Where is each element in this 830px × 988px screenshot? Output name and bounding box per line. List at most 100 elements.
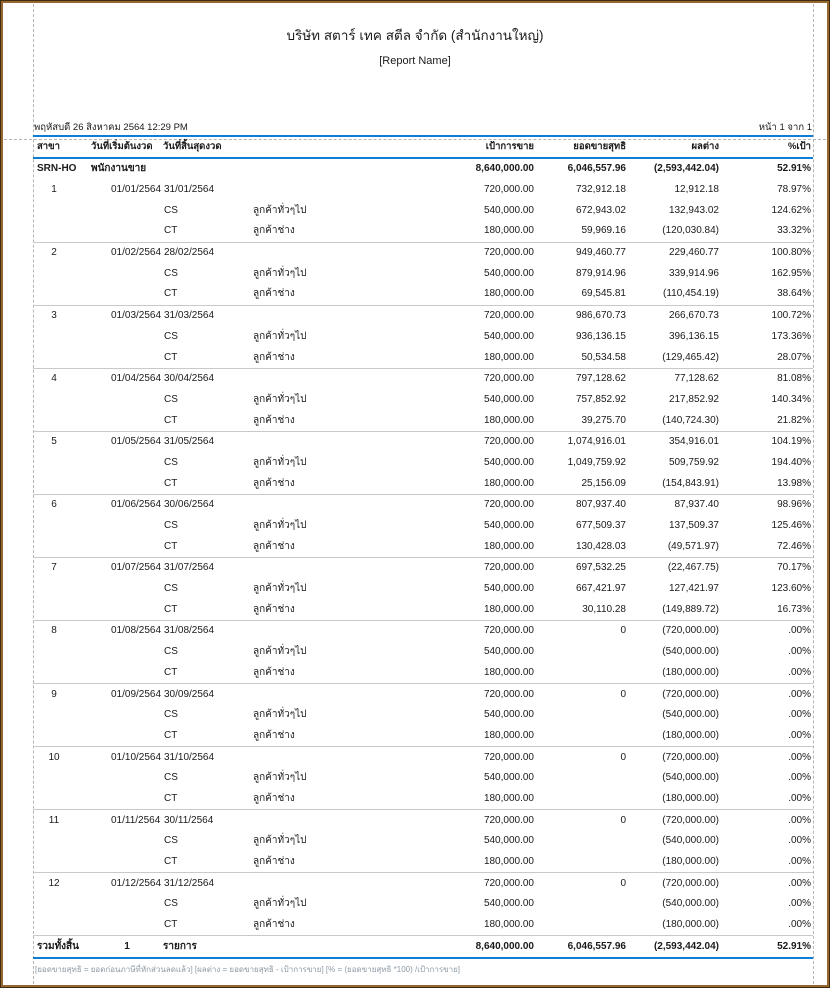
period-group-name-cell <box>241 242 396 263</box>
period-month-row: 11 01/11/2564 30/11/2564 720,000.00 0 (7… <box>33 810 813 831</box>
period-month-row: 9 01/09/2564 30/09/2564 720,000.00 0 (72… <box>33 684 813 705</box>
customer-group-net-sales-cell: 672,943.02 <box>536 200 628 221</box>
customer-group-net-sales-cell <box>536 915 628 936</box>
customer-group-pct-cell: 123.60% <box>721 579 813 600</box>
period-end-date-cell: 31/01/2564 <box>163 180 241 201</box>
period-month-row: 8 01/08/2564 31/08/2564 720,000.00 0 (72… <box>33 621 813 642</box>
period-difference-cell: 87,937.40 <box>628 495 721 516</box>
period-end-date-cell: 31/12/2564 <box>163 873 241 894</box>
customer-group-pct-cell: .00% <box>721 894 813 915</box>
customer-group-difference-cell: 132,943.02 <box>628 200 721 221</box>
customer-group-pct-cell: .00% <box>721 663 813 684</box>
customer-group-net-sales-cell: 1,049,759.92 <box>536 453 628 474</box>
customer-group-difference-cell: (540,000.00) <box>628 831 721 852</box>
branch-code-cell: SRN-HO <box>33 158 91 180</box>
customer-group-code-cell: CS <box>163 768 241 789</box>
period-start-date-cell: 01/03/2564 <box>91 305 163 326</box>
customer-group-pct-cell: 16.73% <box>721 599 813 620</box>
period-no: 2 <box>41 248 67 258</box>
period-pct-cell: .00% <box>721 747 813 768</box>
customer-group-code-cell: CS <box>163 453 241 474</box>
report-page: บริษัท สตาร์ เทค สตีล จำกัด (สำนักงานใหญ… <box>0 0 830 988</box>
customer-group-target-cell: 180,000.00 <box>396 221 536 242</box>
customer-group-name-cell: ลูกค้าทั่วๆไป <box>241 390 396 411</box>
period-group: 8 01/08/2564 31/08/2564 720,000.00 0 (72… <box>33 621 813 684</box>
customer-group-pct-cell: .00% <box>721 705 813 726</box>
customer-group-net-sales-cell: 30,110.28 <box>536 599 628 620</box>
customer-group-pct-cell: 140.34% <box>721 390 813 411</box>
customer-group-row-ct: CT ลูกค้าช่าง 180,000.00 50,534.58 (129,… <box>33 347 813 368</box>
grand-total-difference-cell: (2,593,442.04) <box>628 936 721 958</box>
period-end-date-cell: 31/05/2564 <box>163 431 241 452</box>
customer-group-difference-cell: 396,136.15 <box>628 327 721 348</box>
customer-group-difference-cell: 127,421.97 <box>628 579 721 600</box>
period-no-cell: 11 <box>33 810 91 831</box>
branch-summary-row: SRN-HO พนักงานขาย 8,640,000.00 6,046,557… <box>33 158 813 180</box>
customer-group-pct-cell: 33.32% <box>721 221 813 242</box>
customer-group-pct-cell: 21.82% <box>721 410 813 431</box>
period-month-row: 12 01/12/2564 31/12/2564 720,000.00 0 (7… <box>33 873 813 894</box>
customer-group-net-sales-cell <box>536 894 628 915</box>
customer-group-difference-cell: (180,000.00) <box>628 789 721 810</box>
period-pct-cell: 81.08% <box>721 368 813 389</box>
customer-group-target-cell: 180,000.00 <box>396 473 536 494</box>
period-net-sales-cell: 1,074,916.01 <box>536 431 628 452</box>
customer-group-pct-cell: .00% <box>721 768 813 789</box>
period-group-name-cell <box>241 180 396 201</box>
period-target-cell: 720,000.00 <box>396 368 536 389</box>
customer-group-code-cell: CS <box>163 327 241 348</box>
customer-group-difference-cell: 339,914.96 <box>628 263 721 284</box>
customer-group-net-sales-cell: 879,914.96 <box>536 263 628 284</box>
period-start-date-cell: 01/12/2564 <box>91 873 163 894</box>
customer-group-row-ct: CT ลูกค้าช่าง 180,000.00 (180,000.00) .0… <box>33 726 813 747</box>
customer-group-row-cs: CS ลูกค้าทั่วๆไป 540,000.00 936,136.15 3… <box>33 327 813 348</box>
period-no-cell: 9 <box>33 684 91 705</box>
table-header: สาขา วันที่เริ่มต้นงวด วันที่สิ้นสุดงวด … <box>33 136 813 158</box>
branch-difference-cell: (2,593,442.04) <box>628 158 721 180</box>
period-end-date-cell: 28/02/2564 <box>163 242 241 263</box>
period-target-cell: 720,000.00 <box>396 747 536 768</box>
customer-group-target-cell: 180,000.00 <box>396 284 536 305</box>
customer-group-row-cs: CS ลูกค้าทั่วๆไป 540,000.00 672,943.02 1… <box>33 200 813 221</box>
customer-group-difference-cell: 509,759.92 <box>628 453 721 474</box>
period-month-row: 5 01/05/2564 31/05/2564 720,000.00 1,074… <box>33 431 813 452</box>
dateline: พฤหัสบดี 26 สิงหาคม 2564 12:29 PM หน้า 1… <box>33 119 813 135</box>
period-difference-cell: (22,467.75) <box>628 558 721 579</box>
customer-group-row-cs: CS ลูกค้าทั่วๆไป 540,000.00 (540,000.00)… <box>33 705 813 726</box>
customer-group-name-cell: ลูกค้าทั่วๆไป <box>241 516 396 537</box>
customer-group-row-cs: CS ลูกค้าทั่วๆไป 540,000.00 879,914.96 3… <box>33 263 813 284</box>
period-group-name-cell <box>241 810 396 831</box>
period-group: 4 01/04/2564 30/04/2564 720,000.00 797,1… <box>33 368 813 431</box>
customer-group-target-cell: 180,000.00 <box>396 789 536 810</box>
period-group-name-cell <box>241 747 396 768</box>
period-group: 5 01/05/2564 31/05/2564 720,000.00 1,074… <box>33 431 813 494</box>
customer-group-code-cell: CT <box>163 473 241 494</box>
period-group: 1 01/01/2564 31/01/2564 720,000.00 732,9… <box>33 180 813 243</box>
period-difference-cell: (720,000.00) <box>628 684 721 705</box>
period-target-cell: 720,000.00 <box>396 684 536 705</box>
period-net-sales-cell: 0 <box>536 621 628 642</box>
customer-group-pct-cell: 38.64% <box>721 284 813 305</box>
customer-group-difference-cell: (540,000.00) <box>628 642 721 663</box>
period-no-cell: 2 <box>33 242 91 263</box>
customer-group-code-cell: CT <box>163 726 241 747</box>
period-group: 3 01/03/2564 31/03/2564 720,000.00 986,6… <box>33 305 813 368</box>
customer-group-name-cell: ลูกค้าทั่วๆไป <box>241 705 396 726</box>
customer-group-net-sales-cell <box>536 789 628 810</box>
customer-group-net-sales-cell: 667,421.97 <box>536 579 628 600</box>
customer-group-net-sales-cell <box>536 831 628 852</box>
period-month-row: 2 01/02/2564 28/02/2564 720,000.00 949,4… <box>33 242 813 263</box>
period-group-name-cell <box>241 684 396 705</box>
period-no: 9 <box>41 690 67 700</box>
period-end-date-cell: 31/07/2564 <box>163 558 241 579</box>
customer-group-net-sales-cell: 69,545.81 <box>536 284 628 305</box>
period-month-row: 1 01/01/2564 31/01/2564 720,000.00 732,9… <box>33 180 813 201</box>
customer-group-code-cell: CT <box>163 852 241 873</box>
customer-group-row-ct: CT ลูกค้าช่าง 180,000.00 59,969.16 (120,… <box>33 221 813 242</box>
customer-group-target-cell: 540,000.00 <box>396 516 536 537</box>
customer-group-name-cell: ลูกค้าทั่วๆไป <box>241 768 396 789</box>
period-group: 10 01/10/2564 31/10/2564 720,000.00 0 (7… <box>33 747 813 810</box>
period-difference-cell: 77,128.62 <box>628 368 721 389</box>
report-name: [Report Name] <box>1 55 829 67</box>
period-pct-cell: .00% <box>721 873 813 894</box>
